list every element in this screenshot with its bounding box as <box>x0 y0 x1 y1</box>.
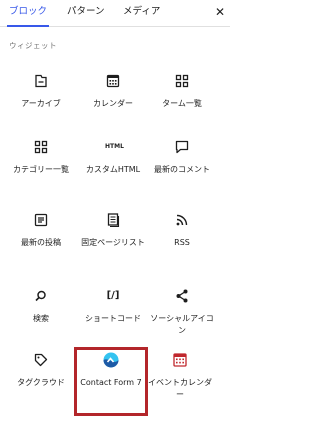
block-tag-cloud[interactable]: タグクラウド <box>6 352 76 389</box>
block-event-calendar[interactable]: イベントカレンダー <box>145 352 215 401</box>
search-icon <box>33 288 49 304</box>
categories-icon <box>33 139 49 155</box>
block-latest-posts[interactable]: 最新の投稿 <box>6 212 76 249</box>
block-label: 最新のコメント <box>154 165 210 174</box>
block-label: ショートコード <box>85 314 141 323</box>
block-archive[interactable]: アーカイブ <box>6 73 76 110</box>
block-label: ソーシャルアイコン <box>150 314 214 335</box>
calendar-icon <box>105 73 121 89</box>
close-icon[interactable]: ✕ <box>213 3 227 21</box>
term-list-icon <box>174 73 190 89</box>
rss-icon <box>174 212 190 228</box>
block-social-icons[interactable]: ソーシャルアイコン <box>147 288 217 337</box>
block-label: アーカイブ <box>21 99 61 108</box>
highlight-box <box>74 347 148 416</box>
block-calendar[interactable]: カレンダー <box>78 73 148 110</box>
tab-blocks[interactable]: ブロック <box>6 0 50 27</box>
block-search[interactable]: 検索 <box>6 288 76 325</box>
archive-icon <box>33 73 49 89</box>
block-custom-html[interactable]: HTML カスタムHTML <box>78 139 148 176</box>
tag-icon <box>33 352 49 368</box>
block-categories[interactable]: カテゴリー一覧 <box>6 139 76 176</box>
event-calendar-icon <box>172 352 188 368</box>
latest-posts-icon <box>33 212 49 228</box>
block-label: 検索 <box>33 314 49 323</box>
html-icon: HTML <box>105 143 124 150</box>
block-label: カスタムHTML <box>85 165 141 174</box>
section-title: ウィジェット <box>9 41 57 50</box>
block-label: RSS <box>174 238 190 247</box>
block-shortcode[interactable]: [/] ショートコード <box>78 288 148 325</box>
comment-icon <box>174 139 190 155</box>
block-label: カテゴリー一覧 <box>13 165 69 174</box>
block-page-list[interactable]: 固定ページリスト <box>78 212 148 249</box>
share-icon <box>174 288 190 304</box>
inserter-tabs: ブロック パターン メディア ✕ <box>0 0 230 27</box>
block-term-list[interactable]: ターム一覧 <box>147 73 217 110</box>
shortcode-icon: [/] <box>106 290 120 301</box>
tab-media[interactable]: メディア <box>123 0 160 26</box>
block-rss[interactable]: RSS <box>147 212 217 249</box>
tab-patterns[interactable]: パターン <box>67 0 105 26</box>
block-label: ターム一覧 <box>162 99 202 108</box>
block-label: 固定ページリスト <box>81 238 145 247</box>
block-label: 最新の投稿 <box>21 238 61 247</box>
block-label: イベントカレンダー <box>148 378 212 399</box>
block-label: タグクラウド <box>17 378 65 387</box>
block-label: カレンダー <box>93 99 133 108</box>
block-latest-comments[interactable]: 最新のコメント <box>147 139 217 176</box>
page-list-icon <box>105 212 121 228</box>
